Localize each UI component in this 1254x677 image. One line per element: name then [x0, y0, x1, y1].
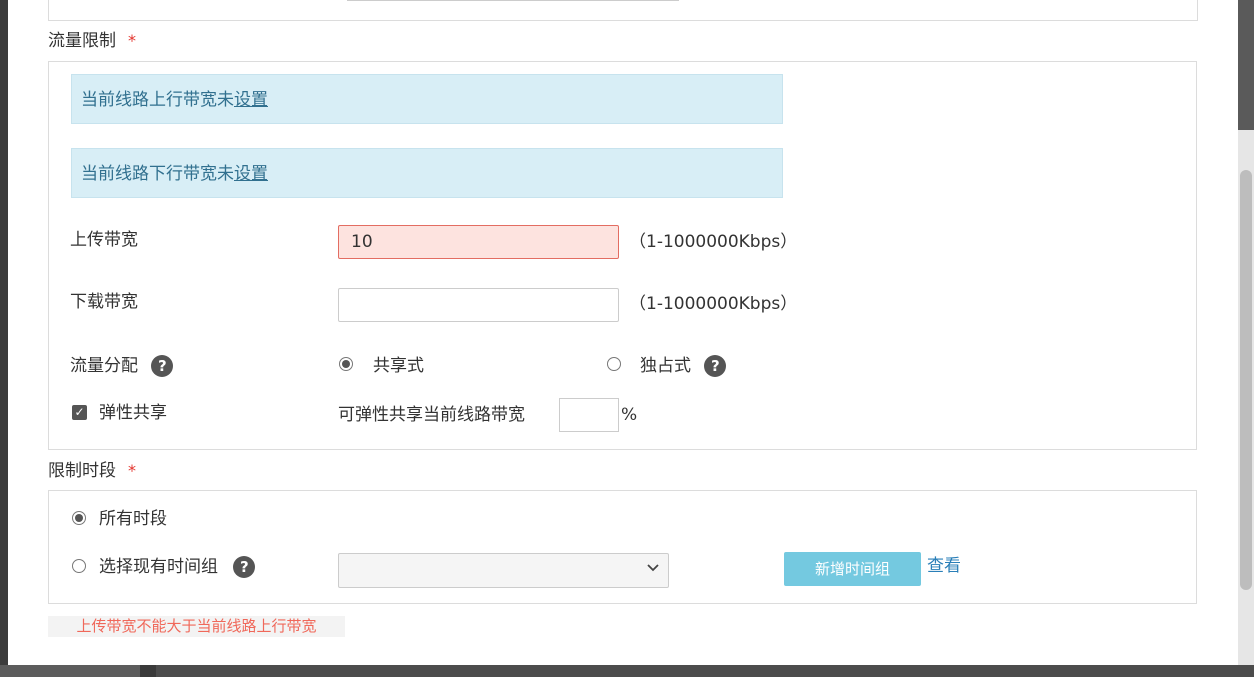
page-scrollbar-thumb[interactable]: [1240, 170, 1252, 590]
add-time-group-button[interactable]: 新增时间组: [784, 552, 921, 586]
previous-section-box: [48, 0, 1198, 21]
upload-bandwidth-hint: （1-1000000Kbps）: [629, 232, 798, 252]
modal-backdrop-left: [0, 0, 8, 677]
required-mark: *: [128, 461, 136, 480]
traffic-allocation-label: 流量分配 ?: [70, 354, 174, 378]
previous-input-fragment[interactable]: [347, 0, 679, 1]
shared-radio[interactable]: [339, 357, 353, 371]
all-periods-radio[interactable]: [72, 511, 86, 525]
time-group-select[interactable]: [338, 553, 669, 588]
exclusive-radio-label: 独占式 ?: [640, 354, 727, 378]
download-bandwidth-hint: （1-1000000Kbps）: [629, 294, 798, 314]
time-group-radio[interactable]: [72, 559, 86, 573]
exclusive-radio-text[interactable]: 独占式: [640, 356, 691, 376]
shared-radio-label[interactable]: 共享式: [373, 354, 424, 378]
elastic-share-checkbox[interactable]: ✓: [72, 405, 87, 420]
download-bandwidth-input[interactable]: [338, 288, 619, 322]
required-mark: *: [128, 31, 136, 50]
uplink-settings-link[interactable]: 设置: [234, 90, 268, 110]
traffic-limit-panel: 当前线路上行带宽未设置 当前线路下行带宽未设置 上传带宽 （1-1000000K…: [48, 61, 1197, 450]
traffic-limit-title: 流量限制 *: [48, 30, 136, 52]
all-periods-label[interactable]: 所有时段: [99, 507, 167, 531]
upload-bandwidth-label: 上传带宽: [70, 230, 138, 250]
exclusive-radio[interactable]: [607, 357, 621, 371]
view-time-group-link[interactable]: 查看: [927, 554, 961, 578]
time-group-label[interactable]: 选择现有时间组: [99, 557, 218, 577]
dialog: 流量限制* 当前线路上行带宽未设置 当前线路下行带宽未设置 上传带宽 （1-10…: [8, 0, 1238, 665]
validation-error-message: 上传带宽不能大于当前线路上行带宽: [48, 616, 345, 637]
downlink-notice-text: 当前线路下行带宽未: [81, 164, 234, 184]
elastic-share-label[interactable]: 弹性共享: [99, 401, 167, 425]
time-limit-label: 限制时段: [48, 461, 116, 481]
allocation-help-icon[interactable]: ?: [151, 355, 174, 377]
downlink-settings-link[interactable]: 设置: [234, 164, 268, 184]
elastic-share-description: 可弹性共享当前线路带宽: [338, 405, 525, 425]
modal-backdrop-bottom: [0, 665, 1254, 677]
uplink-notice: 当前线路上行带宽未设置: [71, 74, 783, 124]
elastic-share-percent-input[interactable]: [559, 398, 619, 432]
downlink-notice: 当前线路下行带宽未设置: [71, 148, 783, 198]
chevron-down-icon: [647, 564, 659, 572]
download-bandwidth-label: 下载带宽: [70, 292, 138, 312]
uplink-notice-text: 当前线路上行带宽未: [81, 90, 234, 110]
upload-bandwidth-input[interactable]: [338, 225, 619, 259]
time-group-label-row: 选择现有时间组 ?: [99, 555, 256, 579]
time-group-help-icon[interactable]: ?: [233, 556, 256, 578]
traffic-allocation-text: 流量分配: [70, 356, 138, 376]
time-limit-title: 限制时段 *: [48, 460, 136, 482]
percent-unit: %: [621, 405, 638, 425]
traffic-limit-label: 流量限制: [48, 31, 116, 51]
exclusive-help-icon[interactable]: ?: [704, 355, 727, 377]
time-limit-panel: 所有时段 选择现有时间组 ? 新增时间组 查看: [48, 490, 1197, 604]
